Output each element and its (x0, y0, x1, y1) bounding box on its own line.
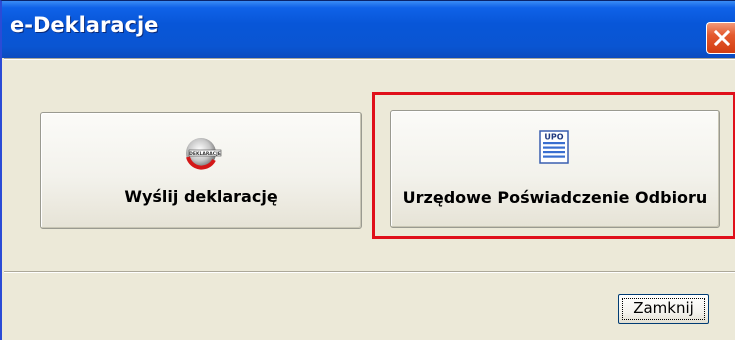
close-icon (713, 29, 731, 47)
title-bar[interactable]: e-Deklaracje (2, 1, 735, 58)
close-dialog-button[interactable]: Zamknij (618, 294, 709, 324)
window-title: e-Deklaracje (10, 13, 159, 37)
highlight-frame (372, 92, 735, 239)
window-close-button[interactable] (706, 22, 735, 54)
logo-text: DEKLARACJE (189, 151, 221, 157)
focus-rectangle (622, 298, 705, 320)
dialog-window: e-Deklaracje DEKLARACJE Wyślij deklaracj… (0, 0, 735, 340)
e-deklaracje-logo-icon: DEKLARACJE (186, 138, 222, 170)
footer-divider (4, 271, 735, 273)
send-declaration-label: Wyślij deklarację (124, 187, 278, 206)
send-declaration-button[interactable]: DEKLARACJE Wyślij deklarację (40, 112, 362, 229)
title-divider (4, 58, 735, 60)
